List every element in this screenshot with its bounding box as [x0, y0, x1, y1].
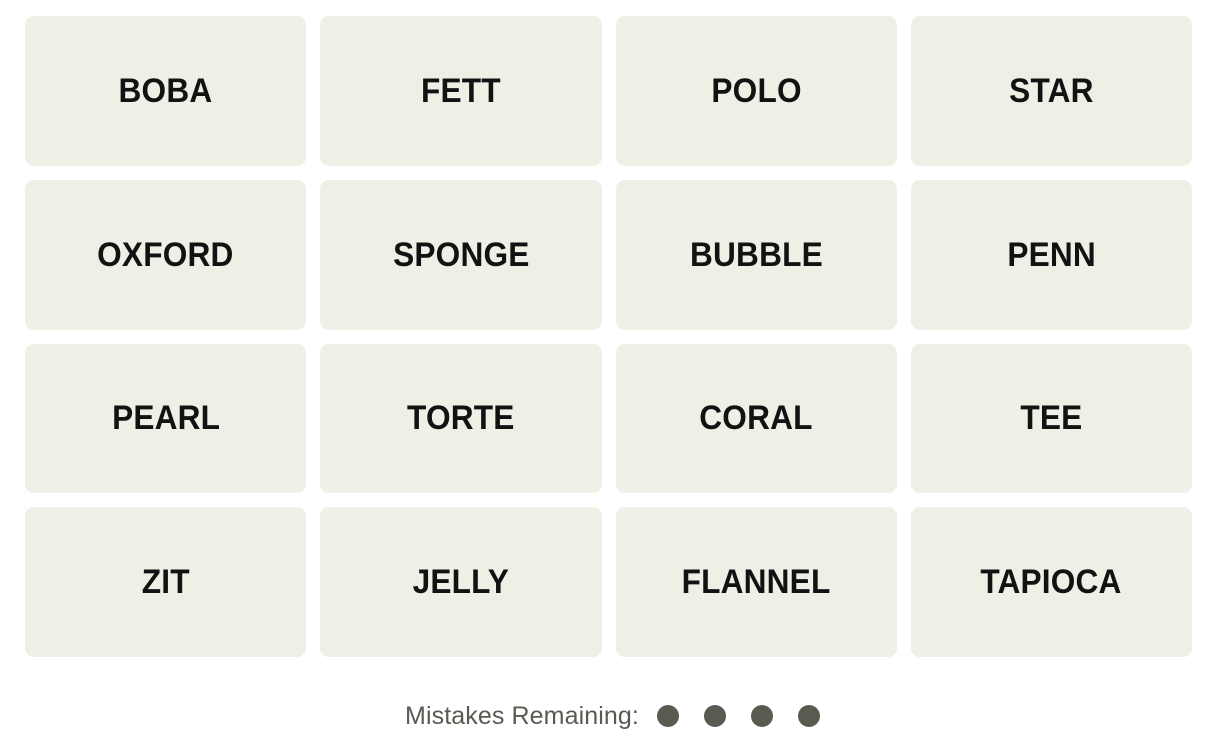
word-grid: BOBA FETT POLO STAR OXFORD SPONGE BUBBLE PENN PE… — [25, 16, 1192, 657]
word-tile-label: TEE — [1020, 399, 1083, 438]
word-tile[interactable]: FLANNEL — [615, 507, 897, 657]
word-tile[interactable]: SPONGE — [320, 179, 602, 330]
word-tile[interactable]: PENN — [910, 179, 1192, 330]
mistake-dot — [703, 705, 726, 727]
mistakes-dot-group — [656, 705, 820, 727]
word-tile-label: FLANNEL — [681, 563, 831, 602]
word-tile-label: PENN — [1007, 235, 1096, 274]
word-tile-label: BOBA — [118, 71, 213, 110]
word-tile-label: SPONGE — [392, 235, 530, 274]
word-tile[interactable]: BUBBLE — [615, 179, 897, 330]
word-tile-label: OXFORD — [97, 235, 234, 274]
mistakes-remaining-label: Mistakes Remaining: — [405, 701, 639, 730]
mistake-dot — [797, 705, 820, 727]
word-tile-label: FETT — [420, 71, 501, 110]
word-tile[interactable]: CORAL — [615, 343, 897, 494]
word-tile[interactable]: FETT — [320, 16, 602, 166]
word-tile[interactable]: OXFORD — [25, 179, 307, 330]
word-tile[interactable]: JELLY — [320, 507, 602, 657]
word-tile[interactable]: PEARL — [25, 343, 307, 494]
word-tile[interactable]: POLO — [615, 16, 897, 166]
word-tile[interactable]: TORTE — [320, 343, 602, 494]
word-tile[interactable]: TAPIOCA — [910, 507, 1192, 657]
word-tile-label: TORTE — [407, 399, 515, 438]
word-tile[interactable]: BOBA — [25, 16, 307, 166]
word-tile-label: TAPIOCA — [980, 563, 1122, 602]
word-tile[interactable]: ZIT — [25, 507, 307, 657]
word-tile-label: PEARL — [111, 399, 220, 438]
word-tile-label: JELLY — [412, 563, 510, 602]
word-tile-label: POLO — [710, 71, 802, 110]
word-tile-label: ZIT — [141, 563, 190, 602]
mistake-dot — [750, 705, 773, 727]
mistakes-remaining-bar: Mistakes Remaining: — [0, 693, 1225, 739]
word-tile-label: STAR — [1009, 71, 1094, 110]
word-tile[interactable]: STAR — [910, 16, 1192, 166]
mistake-dot — [656, 705, 679, 727]
word-tile[interactable]: TEE — [910, 343, 1192, 494]
word-tile-label: CORAL — [699, 399, 813, 438]
word-tile-label: BUBBLE — [689, 235, 823, 274]
